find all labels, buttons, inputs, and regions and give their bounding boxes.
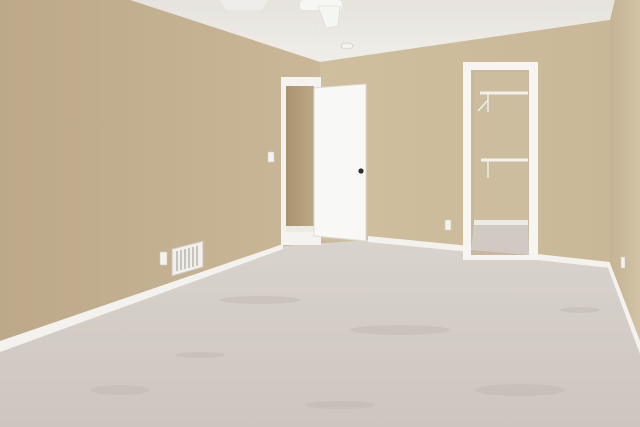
open-door[interactable] bbox=[313, 83, 367, 242]
smoke-detector-icon bbox=[340, 42, 354, 50]
outlet-icon bbox=[159, 251, 168, 266]
hallway-opening bbox=[286, 86, 314, 232]
outlet-icon bbox=[620, 256, 626, 269]
hallway-baseboard bbox=[286, 226, 314, 232]
closet-back-wall bbox=[474, 72, 528, 224]
door-knob-icon[interactable] bbox=[358, 168, 364, 174]
light-switch-icon[interactable] bbox=[267, 151, 275, 163]
outlet-icon bbox=[444, 219, 452, 231]
closet-baseboard bbox=[474, 220, 528, 225]
room-scene bbox=[0, 0, 640, 427]
closet-floor bbox=[471, 224, 529, 255]
